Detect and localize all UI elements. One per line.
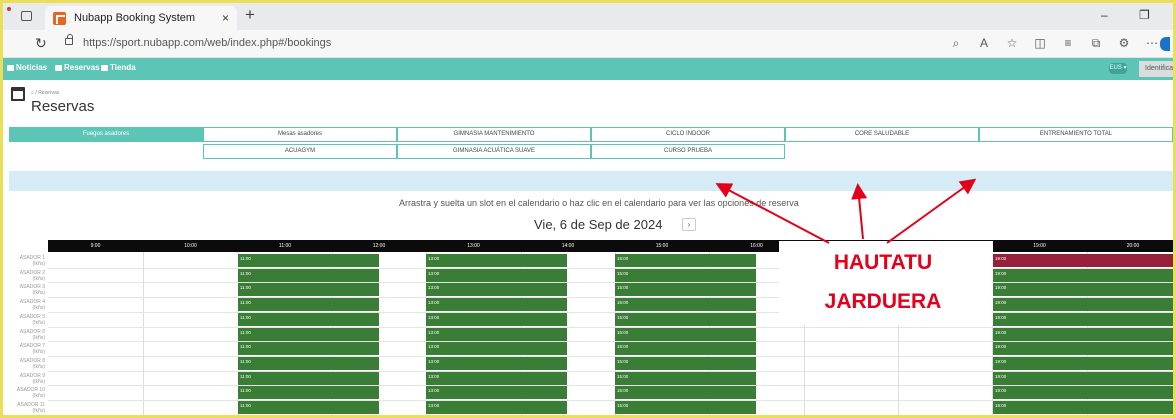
browser-window: Nubapp Booking System × + – ❐ ↻ https://… (0, 0, 1176, 418)
arrow-left (715, 183, 830, 244)
arrow-right (886, 178, 977, 244)
annotation-arrows (715, 178, 977, 244)
arrow-middle (851, 183, 868, 240)
